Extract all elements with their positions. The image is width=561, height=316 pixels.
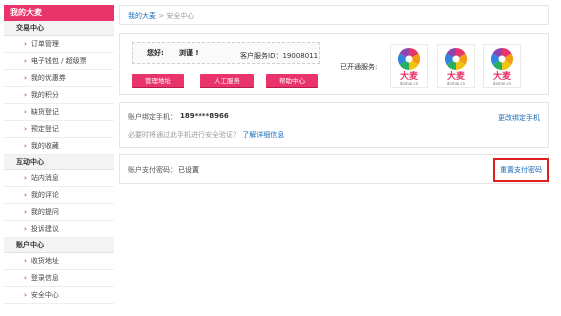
chevron-right-icon: › [24,74,27,82]
sidebar-item-label: 我的收藏 [30,142,59,150]
sidebar-title: 我的大麦 [4,5,114,21]
chevron-right-icon: › [24,174,27,182]
sidebar-item-label: 投诉建议 [30,225,59,233]
sidebar: 我的大麦 交易中心 › 订单管理 › 电子钱包 / 超级票 › 我的优惠券 › 我的积分… [4,5,114,316]
sidebar-item-label: 缺货登记 [30,108,59,116]
damai-service-logo[interactable]: 大麦 damai.cn [437,44,475,88]
sidebar-section-trade: 交易中心 [4,21,114,36]
damai-service-logo[interactable]: 大麦 damai.cn [390,44,428,88]
sidebar-item-reviews[interactable]: › 我的评论 [4,187,114,204]
user-panel: 您好: 浏谨 ! 客户服务ID：19008011 管理地址 人工服务 帮助中心 … [119,33,549,95]
sidebar-item-messages[interactable]: › 站内消息 [4,170,114,187]
payment-password-panel: 账户支付密码： 已设置 重置支付密码 [119,154,549,184]
sidebar-section-interaction: 互动中心 [4,155,114,170]
sidebar-item-reservations[interactable]: › 预定登记 [4,121,114,138]
sidebar-item-label: 我的评论 [30,191,59,199]
security-note: 必要时将通过此手机进行安全验证？ 了解详细信息 [128,130,284,140]
sidebar-item-label: 电子钱包 / 超级票 [30,57,87,65]
sidebar-item-login-info[interactable]: › 登录信息 [4,270,114,287]
learn-more-link[interactable]: 了解详细信息 [242,131,284,139]
sidebar-item-label: 我的优惠券 [30,74,66,82]
sidebar-item-label: 安全中心 [30,291,59,299]
payment-password-label: 账户支付密码： [128,166,177,174]
chevron-right-icon: › [24,108,27,116]
sidebar-item-label: 我的积分 [30,91,59,99]
sidebar-item-label: 收货地址 [30,257,59,265]
sidebar-item-label: 登录信息 [30,274,59,282]
sidebar-item-orders[interactable]: › 订单管理 [4,36,114,53]
sidebar-item-security-center[interactable]: › 安全中心 [4,287,114,304]
sidebar-item-label: 预定登记 [30,125,59,133]
main-content: 我的大麦 > 安全中心 您好: 浏谨 ! 客户服务ID：19008011 管理地… [119,5,549,184]
chevron-right-icon: › [24,208,27,216]
greeting-text: 您好: [147,49,164,57]
chevron-right-icon: › [24,274,27,282]
chevron-right-icon: › [24,91,27,99]
customer-id: 客户服务ID：19008011 [240,52,319,60]
logo-subtext: damai.cn [400,81,419,86]
breadcrumb-separator: > [156,12,167,20]
chevron-right-icon: › [24,142,27,150]
sidebar-item-label: 我的提问 [30,208,59,216]
chevron-right-icon: › [24,257,27,265]
manage-address-button[interactable]: 管理地址 [132,74,184,88]
sidebar-item-favorites[interactable]: › 我的收藏 [4,138,114,155]
damai-service-logo[interactable]: 大麦 damai.cn [483,44,521,88]
sidebar-item-points[interactable]: › 我的积分 [4,87,114,104]
help-center-button[interactable]: 帮助中心 [266,74,318,88]
sidebar-item-wallet[interactable]: › 电子钱包 / 超级票 [4,53,114,70]
phone-binding-panel: 账户绑定手机： 189****8966 更改绑定手机 必要时将通过此手机进行安全… [119,102,549,148]
opened-services-label: 已开通服务: [340,63,378,71]
bound-phone-label: 账户绑定手机： [128,113,177,121]
logo-subtext: damai.cn [447,81,466,86]
sidebar-item-complaints[interactable]: › 投诉建议 [4,221,114,238]
user-name: 浏谨 ! [179,49,199,57]
breadcrumb: 我的大麦 > 安全中心 [119,5,549,25]
sidebar-item-label: 站内消息 [30,174,59,182]
bound-phone-number: 189****8966 [180,112,229,120]
payment-password-status: 已设置 [178,166,199,174]
chevron-right-icon: › [24,191,27,199]
chevron-right-icon: › [24,125,27,133]
sidebar-item-coupons[interactable]: › 我的优惠券 [4,70,114,87]
sidebar-section-account: 账户中心 [4,238,114,253]
sidebar-item-addresses[interactable]: › 收货地址 [4,253,114,270]
chevron-right-icon: › [24,225,27,233]
change-bound-phone-link[interactable]: 更改绑定手机 [498,113,540,123]
logo-subtext: damai.cn [493,81,512,86]
chevron-right-icon: › [24,57,27,65]
reset-payment-password-link[interactable]: 重置支付密码 [493,158,549,182]
chevron-right-icon: › [24,40,27,48]
sidebar-item-questions[interactable]: › 我的提问 [4,204,114,221]
breadcrumb-home-link[interactable]: 我的大麦 [128,12,156,20]
sidebar-item-label: 订单管理 [30,40,59,48]
manual-service-button[interactable]: 人工服务 [200,74,254,88]
chevron-right-icon: › [24,291,27,299]
sidebar-item-out-of-stock[interactable]: › 缺货登记 [4,104,114,121]
security-note-text: 必要时将通过此手机进行安全验证？ [128,131,240,139]
breadcrumb-current: 安全中心 [166,12,195,20]
